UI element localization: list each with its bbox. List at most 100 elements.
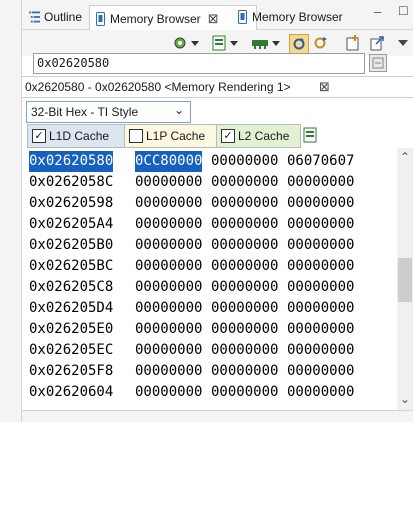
checkbox-icon: ✓ xyxy=(32,129,46,143)
memory-value[interactable]: 00000000 xyxy=(135,382,202,403)
l1d-cache-checkbox[interactable]: ✓ L1D Cache xyxy=(27,124,125,148)
format-select[interactable]: 32-Bit Hex - TI Style ⌄ xyxy=(26,101,191,123)
cache-settings-icon[interactable] xyxy=(301,126,319,144)
connect-icon[interactable] xyxy=(171,34,189,52)
export-icon[interactable] xyxy=(368,34,386,52)
memory-value[interactable]: 00000000 xyxy=(211,340,278,361)
rendering-tab-label[interactable]: 0x2620580 - 0x02620580 <Memory Rendering… xyxy=(25,80,291,94)
memory-value[interactable]: 0CC80000 xyxy=(135,151,203,172)
memory-value[interactable]: 00000000 xyxy=(287,172,354,193)
memory-address[interactable]: 0x026205C8 xyxy=(29,277,113,298)
memory-value[interactable]: 00000000 xyxy=(287,277,354,298)
memory-value[interactable]: 00000000 xyxy=(287,298,354,319)
rendering-tab-bar: 0x2620580 - 0x02620580 <Memory Rendering… xyxy=(22,76,413,98)
dropdown-arrow-icon[interactable] xyxy=(271,34,281,52)
memory-row: 0x026205BC 00000000 00000000 00000000 xyxy=(22,256,354,277)
memory-value[interactable]: 00000000 xyxy=(211,151,278,172)
go-button[interactable] xyxy=(369,54,387,72)
memory-value[interactable]: 00000000 xyxy=(211,382,278,403)
new-rendering-icon[interactable] xyxy=(344,34,362,52)
tab-memory-browser-2[interactable]: Memory Browser xyxy=(232,6,343,28)
scrollbar-thumb[interactable] xyxy=(398,258,412,302)
l1p-cache-label: L1P Cache xyxy=(146,129,206,143)
memory-row: 0x026205F8 00000000 00000000 00000000 xyxy=(22,361,354,382)
dropdown-arrow-icon[interactable] xyxy=(229,34,239,52)
memory-row: 0x026205C8 00000000 00000000 00000000 xyxy=(22,277,354,298)
tab-outline[interactable]: Outline xyxy=(24,6,82,28)
memory-address[interactable]: 0x026205E0 xyxy=(29,319,113,340)
memory-value[interactable]: 00000000 xyxy=(135,340,202,361)
l1p-cache-checkbox[interactable]: L1P Cache xyxy=(124,124,217,148)
memory-row: 0x02620604 00000000 00000000 00000000 xyxy=(22,382,354,403)
memory-value[interactable]: 00000000 xyxy=(211,319,278,340)
scroll-down-icon[interactable]: ⌄ xyxy=(400,392,410,406)
memory-value[interactable]: 06070607 xyxy=(287,151,354,172)
go-icon xyxy=(372,57,384,69)
memory-map-icon[interactable] xyxy=(210,34,228,52)
memory-browser-icon xyxy=(238,10,247,24)
memory-value[interactable]: 00000000 xyxy=(287,319,354,340)
memory-row: 0x026205EC 00000000 00000000 00000000 xyxy=(22,340,354,361)
view-menu-icon[interactable] xyxy=(394,34,412,52)
memory-value[interactable]: 00000000 xyxy=(211,172,278,193)
memory-value[interactable]: 00000000 xyxy=(135,361,202,382)
memory-address[interactable]: 0x0262058C xyxy=(29,172,113,193)
tab-outline-label: Outline xyxy=(44,10,83,24)
memory-address[interactable]: 0x026205BC xyxy=(29,256,113,277)
memory-value[interactable]: 00000000 xyxy=(211,214,278,235)
memory-value[interactable]: 00000000 xyxy=(135,256,202,277)
chevron-down-icon: ⌄ xyxy=(173,103,184,117)
l2-cache-label: L2 Cache xyxy=(238,129,290,143)
memory-row: 0x02620598 00000000 00000000 00000000 xyxy=(22,193,354,214)
minimize-icon[interactable]: – xyxy=(374,4,381,19)
view-tab-bar: Outline Memory Browser ⊠ Memory Browser … xyxy=(22,0,413,32)
memory-value[interactable]: 00000000 xyxy=(211,277,278,298)
memory-address[interactable]: 0x026205B0 xyxy=(29,235,113,256)
memory-address[interactable]: 0x026205A4 xyxy=(29,214,113,235)
chip-icon[interactable] xyxy=(251,34,269,52)
memory-value[interactable]: 00000000 xyxy=(287,235,354,256)
address-input[interactable]: 0x02620580 xyxy=(33,53,365,74)
memory-value[interactable]: 00000000 xyxy=(135,277,202,298)
memory-value[interactable]: 00000000 xyxy=(135,319,202,340)
memory-grid[interactable]: 0x02620580 0CC80000 00000000 06070607 0x… xyxy=(22,148,397,410)
memory-value[interactable]: 00000000 xyxy=(287,214,354,235)
close-tab-icon[interactable]: ⊠ xyxy=(208,11,219,27)
memory-address[interactable]: 0x02620580 xyxy=(29,151,114,172)
memory-value[interactable]: 00000000 xyxy=(287,382,354,403)
memory-address[interactable]: 0x02620604 xyxy=(29,382,113,403)
memory-value[interactable]: 00000000 xyxy=(135,214,202,235)
memory-value[interactable]: 00000000 xyxy=(287,340,354,361)
memory-value[interactable]: 00000000 xyxy=(135,172,202,193)
memory-value[interactable]: 00000000 xyxy=(287,193,354,214)
l2-cache-checkbox[interactable]: ✓ L2 Cache xyxy=(216,124,301,148)
scroll-up-icon[interactable]: ⌃ xyxy=(400,150,410,164)
refresh-icon[interactable] xyxy=(312,34,330,52)
memory-address[interactable]: 0x026205D4 xyxy=(29,298,113,319)
memory-row: 0x026205E0 00000000 00000000 00000000 xyxy=(22,319,354,340)
memory-value[interactable]: 00000000 xyxy=(211,193,278,214)
memory-address[interactable]: 0x02620598 xyxy=(29,193,113,214)
memory-address[interactable]: 0x026205F8 xyxy=(29,361,113,382)
memory-value[interactable]: 00000000 xyxy=(287,256,354,277)
memory-row: 0x026205D4 00000000 00000000 00000000 xyxy=(22,298,354,319)
maximize-icon[interactable]: ☐ xyxy=(398,4,409,18)
memory-value[interactable]: 00000000 xyxy=(211,235,278,256)
memory-value[interactable]: 00000000 xyxy=(211,298,278,319)
memory-row: 0x0262058C 00000000 00000000 00000000 xyxy=(22,172,354,193)
tab-memory-browser-label: Memory Browser xyxy=(110,12,201,26)
dropdown-arrow-icon[interactable] xyxy=(190,34,200,52)
memory-value[interactable]: 00000000 xyxy=(211,256,278,277)
memory-value[interactable]: 00000000 xyxy=(211,361,278,382)
memory-value[interactable]: 00000000 xyxy=(135,298,202,319)
format-select-value: 32-Bit Hex - TI Style xyxy=(31,105,139,119)
memory-address[interactable]: 0x026205EC xyxy=(29,340,113,361)
checkbox-icon: ✓ xyxy=(221,129,235,143)
memory-value[interactable]: 00000000 xyxy=(135,193,202,214)
close-rendering-icon[interactable]: ⊠ xyxy=(319,79,330,95)
memory-row: 0x026205B0 00000000 00000000 00000000 xyxy=(22,235,354,256)
memory-value[interactable]: 00000000 xyxy=(135,235,202,256)
sync-icon[interactable] xyxy=(289,34,309,54)
memory-value[interactable]: 00000000 xyxy=(287,361,354,382)
left-panel-strip xyxy=(0,0,22,422)
